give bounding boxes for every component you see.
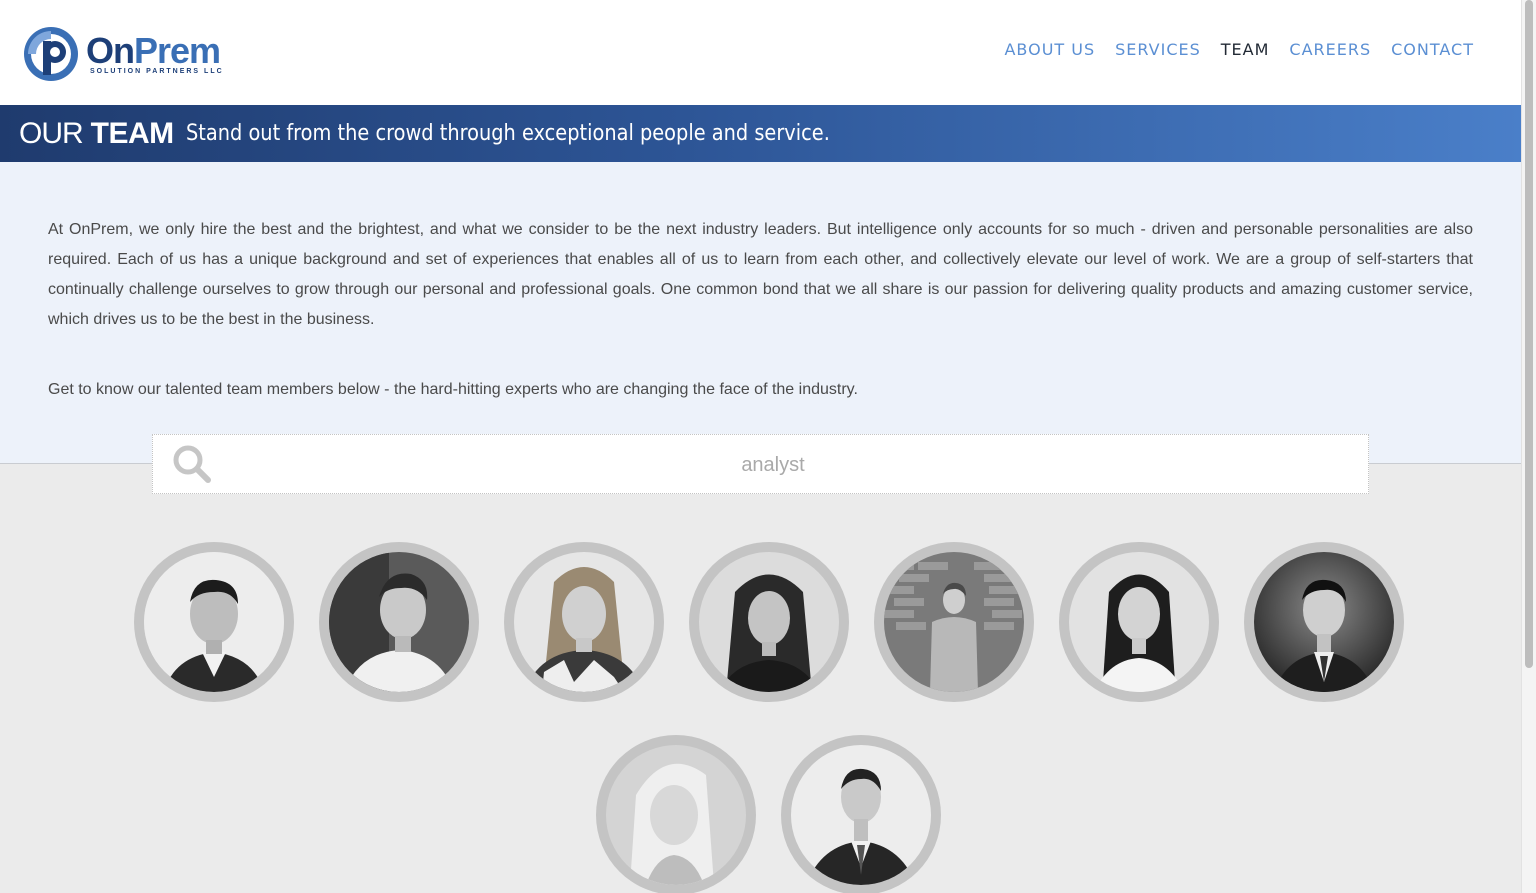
nav-contact[interactable]: CONTACT (1391, 40, 1474, 59)
team-member-photo (144, 552, 284, 692)
onprem-logo-icon (24, 27, 78, 81)
team-member-card[interactable] (596, 735, 756, 893)
search-icon[interactable] (171, 443, 213, 485)
page-title: TEAM (90, 116, 175, 150)
team-member-card[interactable] (781, 735, 941, 893)
team-member-card[interactable] (134, 542, 294, 702)
team-member-photo (699, 552, 839, 692)
team-member-photo (1069, 552, 1209, 692)
logo-wordmark: OnPrem (86, 29, 221, 71)
team-member-card[interactable] (319, 542, 479, 702)
onprem-logo[interactable]: OnPrem SOLUTION PARTNERS LLC (22, 24, 232, 84)
team-search-box (152, 434, 1369, 494)
team-member-card[interactable] (504, 542, 664, 702)
banner-tagline: Stand out from the crowd through excepti… (185, 121, 830, 146)
team-member-card[interactable] (874, 542, 1034, 702)
intro-section: At OnPrem, we only hire the best and the… (0, 162, 1521, 464)
team-member-photo (329, 552, 469, 692)
nav-about-us[interactable]: ABOUT US (1004, 40, 1095, 59)
team-member-photo (606, 745, 746, 885)
page-banner: OUR TEAM Stand out from the crowd throug… (0, 105, 1521, 162)
intro-paragraph-team: Get to know our talented team members be… (48, 381, 858, 398)
scrollbar-thumb[interactable] (1525, 0, 1533, 668)
team-member-card[interactable] (1244, 542, 1404, 702)
search-input[interactable] (223, 445, 1323, 485)
banner-prefix: OUR (19, 116, 84, 150)
team-member-photo (1254, 552, 1394, 692)
nav-careers[interactable]: CAREERS (1289, 40, 1371, 59)
site-header: OnPrem SOLUTION PARTNERS LLC ABOUT US SE… (0, 0, 1521, 105)
nav-services[interactable]: SERVICES (1115, 40, 1201, 59)
logo-tagline: SOLUTION PARTNERS LLC (90, 67, 224, 75)
team-member-photo (884, 552, 1024, 692)
team-member-card[interactable] (1059, 542, 1219, 702)
main-nav: ABOUT US SERVICES TEAM CAREERS CONTACT (984, 40, 1474, 59)
team-member-photo (791, 745, 931, 885)
team-member-photo (514, 552, 654, 692)
nav-team[interactable]: TEAM (1221, 40, 1270, 59)
page-scrollbar[interactable] (1521, 0, 1536, 893)
intro-paragraph: At OnPrem, we only hire the best and the… (48, 221, 1473, 328)
team-member-card[interactable] (689, 542, 849, 702)
